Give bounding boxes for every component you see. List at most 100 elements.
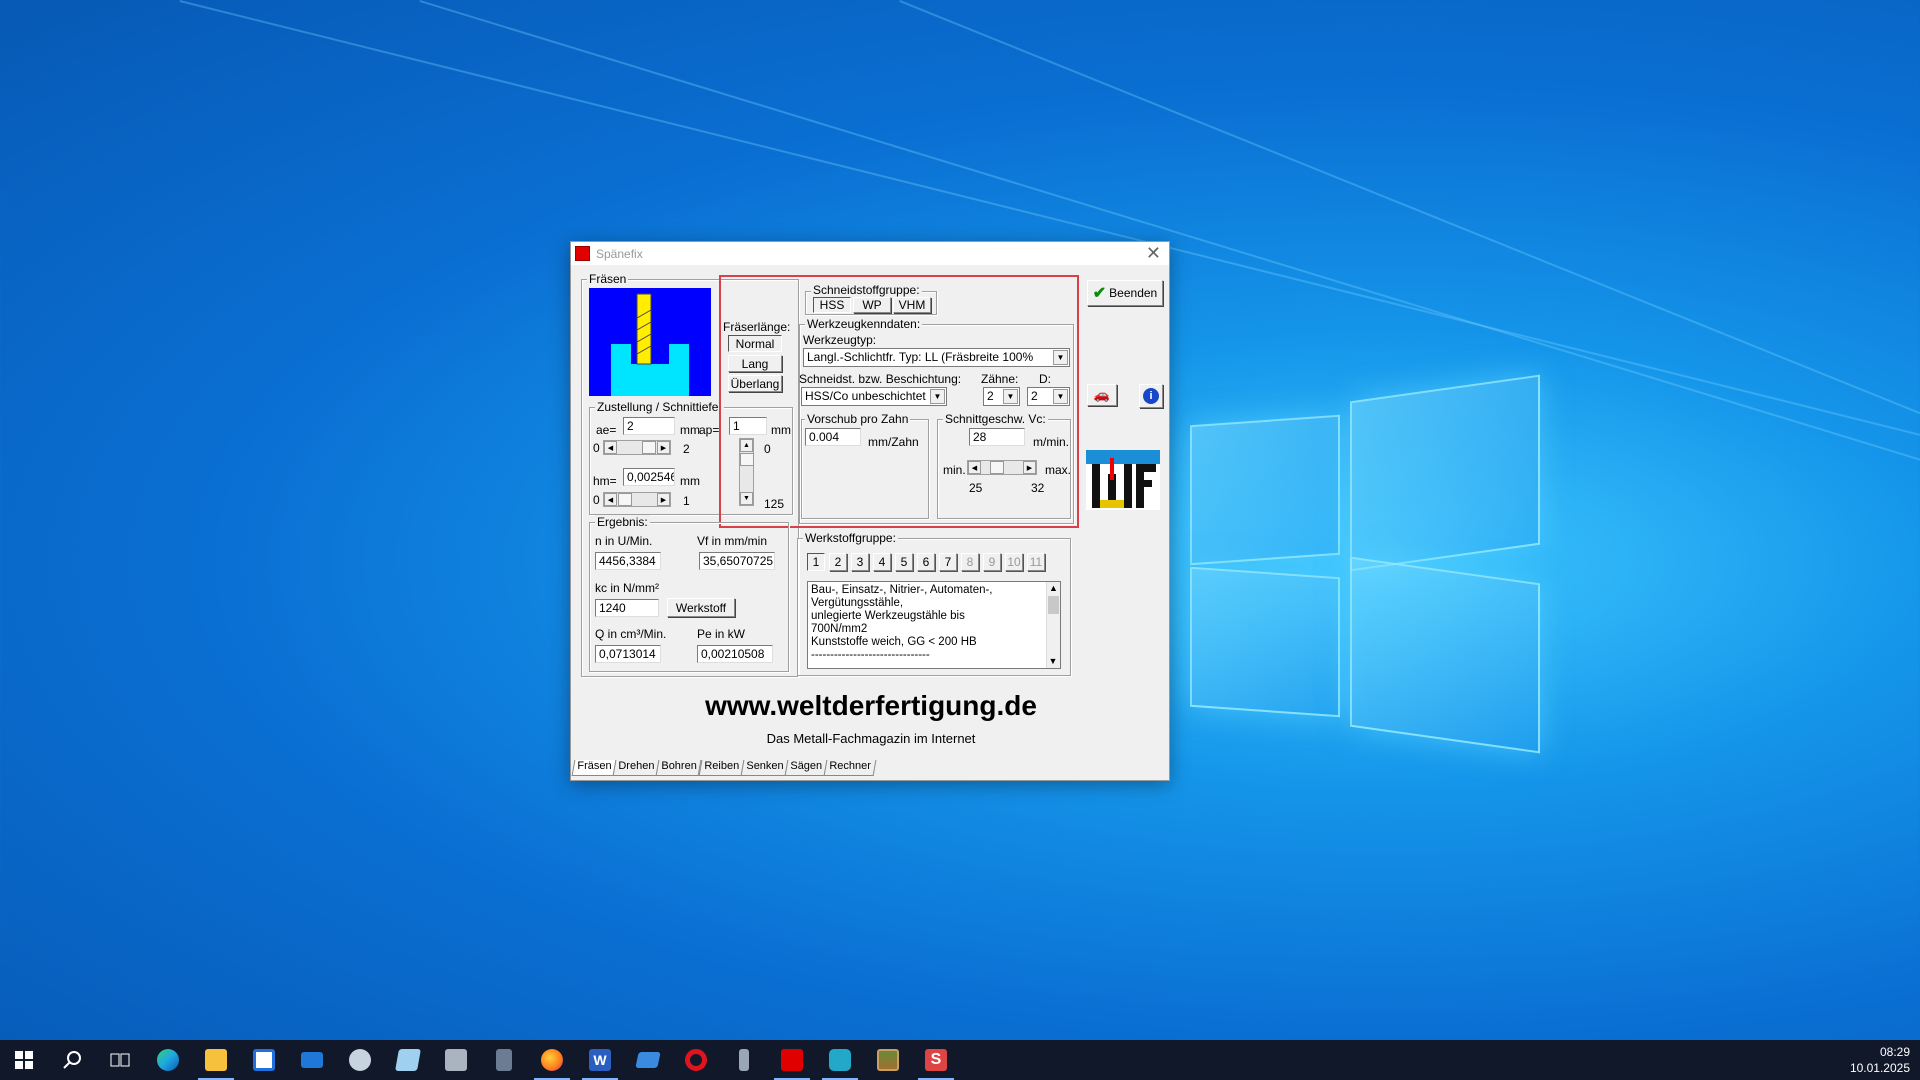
werkzeugtyp-dropdown[interactable]: Langl.-Schlichtfr. Typ: LL (Fräsbreite 1… [803, 348, 1070, 367]
werkstoff-description-line: Kunststoffe weich, GG < 200 HB [811, 636, 977, 648]
scroll-right-icon[interactable]: ▶ [657, 493, 670, 506]
scroll-left-icon[interactable]: ◀ [968, 461, 981, 474]
camera-icon[interactable] [816, 1040, 864, 1080]
scroll-thumb[interactable] [1048, 596, 1059, 614]
ae-input[interactable]: 2 [623, 417, 675, 435]
chevron-down-icon[interactable]: ▼ [1053, 350, 1068, 365]
title-bar: Spänefix ✕ [571, 242, 1169, 265]
scroll-up-icon[interactable]: ▲ [1047, 582, 1060, 595]
store-icon[interactable] [240, 1040, 288, 1080]
werkstoffgruppe-button-3[interactable]: 3 [851, 553, 869, 571]
werkstoffgruppe-button-10[interactable]: 10 [1005, 553, 1023, 571]
vc-max-value: 32 [1031, 481, 1045, 495]
scroll-right-icon[interactable]: ▶ [1023, 461, 1036, 474]
firefox-icon[interactable] [528, 1040, 576, 1080]
car-button[interactable]: 🚗 [1087, 384, 1117, 406]
window-title: Spänefix [596, 246, 643, 261]
n-label: n in U/Min. [595, 534, 653, 548]
ap-vertical-scrollbar[interactable]: ▲ ▼ [739, 438, 754, 506]
tab-4[interactable]: Senken [740, 760, 789, 776]
close-button[interactable]: ✕ [1146, 243, 1161, 264]
vc-max-label: max. [1045, 463, 1072, 477]
wp-button[interactable]: WP [853, 297, 891, 313]
tab-3[interactable]: Reiben [698, 760, 745, 776]
ae-scrollbar[interactable]: ◀ ▶ [603, 440, 671, 455]
ueberlang-length-button[interactable]: Überlang [728, 375, 782, 392]
vc-min-value: 25 [969, 481, 983, 495]
scroll-thumb[interactable] [642, 441, 656, 454]
werkzeugtyp-value: Langl.-Schlichtfr. Typ: LL (Fräsbreite 1… [807, 350, 1034, 364]
tab-6[interactable]: Rechner [823, 760, 876, 776]
tab-1[interactable]: Drehen [612, 760, 660, 776]
hm-input[interactable]: 0,002546 [623, 468, 675, 486]
spaenefix-icon[interactable]: S [912, 1040, 960, 1080]
word-icon[interactable]: W [576, 1040, 624, 1080]
opera-icon[interactable] [672, 1040, 720, 1080]
spaenefix-window: Spänefix ✕ Fräsen Zustellung / Schnittie… [570, 241, 1170, 781]
lang-length-button[interactable]: Lang [728, 355, 782, 372]
werkstoffgruppe-button-7[interactable]: 7 [939, 553, 957, 571]
ap-input[interactable]: 1 [729, 417, 767, 435]
vertical-scrollbar[interactable]: ▲ ▼ [1046, 582, 1060, 668]
normal-length-button[interactable]: Normal [728, 335, 782, 352]
hss-button[interactable]: HSS [813, 297, 851, 313]
werkstoffgruppe-button-11[interactable]: 11 [1027, 553, 1045, 571]
werkstoff-button[interactable]: Werkstoff [667, 598, 735, 617]
picture-icon[interactable] [864, 1040, 912, 1080]
file-explorer-icon[interactable] [192, 1040, 240, 1080]
kc-output[interactable]: 1240 [595, 599, 659, 617]
system-clock[interactable]: 08:29 10.01.2025 [1850, 1044, 1910, 1076]
scroll-thumb[interactable] [618, 493, 632, 506]
vorschub-input[interactable]: 0.004 [805, 428, 861, 446]
windows-logo-wallpaper [1190, 374, 1550, 754]
tab-2[interactable]: Bohren [655, 760, 703, 776]
beenden-button[interactable]: ✔ Beenden [1087, 280, 1163, 306]
vc-input[interactable]: 28 [969, 428, 1025, 446]
zustellung-label: Zustellung / Schnittiefe: [595, 400, 724, 414]
vc-scrollbar[interactable]: ◀ ▶ [967, 460, 1037, 475]
werkstoffgruppe-button-9[interactable]: 9 [983, 553, 1001, 571]
paint-icon[interactable] [336, 1040, 384, 1080]
werkstoffgruppe-button-4[interactable]: 4 [873, 553, 891, 571]
folder-app-icon[interactable] [624, 1040, 672, 1080]
werkstoffgruppe-button-8[interactable]: 8 [961, 553, 979, 571]
beschichtung-dropdown[interactable]: HSS/Co unbeschichtet ▼ [801, 387, 947, 406]
tab-5[interactable]: Sägen [784, 760, 828, 776]
scroll-up-icon[interactable]: ▲ [740, 439, 753, 452]
start-icon[interactable] [0, 1040, 48, 1080]
tab-0[interactable]: Fräsen [571, 760, 617, 776]
tab-label: Drehen [618, 760, 655, 772]
werkstoff-description-box[interactable]: Bau-, Einsatz-, Nitrier-, Automaten-, Ver… [807, 581, 1061, 669]
werkstoffgruppe-button-2[interactable]: 2 [829, 553, 847, 571]
chevron-down-icon[interactable]: ▼ [1053, 389, 1068, 404]
scroll-left-icon[interactable]: ◀ [604, 493, 617, 506]
search-icon[interactable] [48, 1040, 96, 1080]
app-red-icon[interactable] [768, 1040, 816, 1080]
notepad-icon[interactable] [384, 1040, 432, 1080]
scroll-right-icon[interactable]: ▶ [657, 441, 670, 454]
mail-icon[interactable] [288, 1040, 336, 1080]
scroll-thumb[interactable] [740, 453, 754, 466]
scroll-down-icon[interactable]: ▼ [1047, 655, 1059, 668]
werkstoffgruppe-button-1[interactable]: 1 [807, 553, 825, 571]
d-dropdown[interactable]: 2 ▼ [1027, 387, 1070, 406]
hm-scrollbar[interactable]: ◀ ▶ [603, 492, 671, 507]
werkstoffgruppe-button-5[interactable]: 5 [895, 553, 913, 571]
chevron-down-icon[interactable]: ▼ [1003, 389, 1018, 404]
calculator-icon[interactable] [480, 1040, 528, 1080]
scroll-thumb[interactable] [990, 461, 1004, 474]
scroll-left-icon[interactable]: ◀ [604, 441, 617, 454]
usb-icon[interactable] [720, 1040, 768, 1080]
scroll-down-icon[interactable]: ▼ [740, 492, 753, 505]
vhm-button[interactable]: VHM [893, 297, 931, 313]
werkstoffgruppe-button-6[interactable]: 6 [917, 553, 935, 571]
tab-label: Bohren [661, 760, 698, 772]
printer-icon[interactable] [432, 1040, 480, 1080]
clock-time: 08:29 [1879, 1045, 1910, 1059]
zaehne-dropdown[interactable]: 2 ▼ [983, 387, 1020, 406]
hm-unit: mm [680, 474, 700, 488]
edge-icon[interactable] [144, 1040, 192, 1080]
task-view-icon[interactable] [96, 1040, 144, 1080]
chevron-down-icon[interactable]: ▼ [930, 389, 945, 404]
info-button[interactable]: i [1139, 384, 1163, 408]
